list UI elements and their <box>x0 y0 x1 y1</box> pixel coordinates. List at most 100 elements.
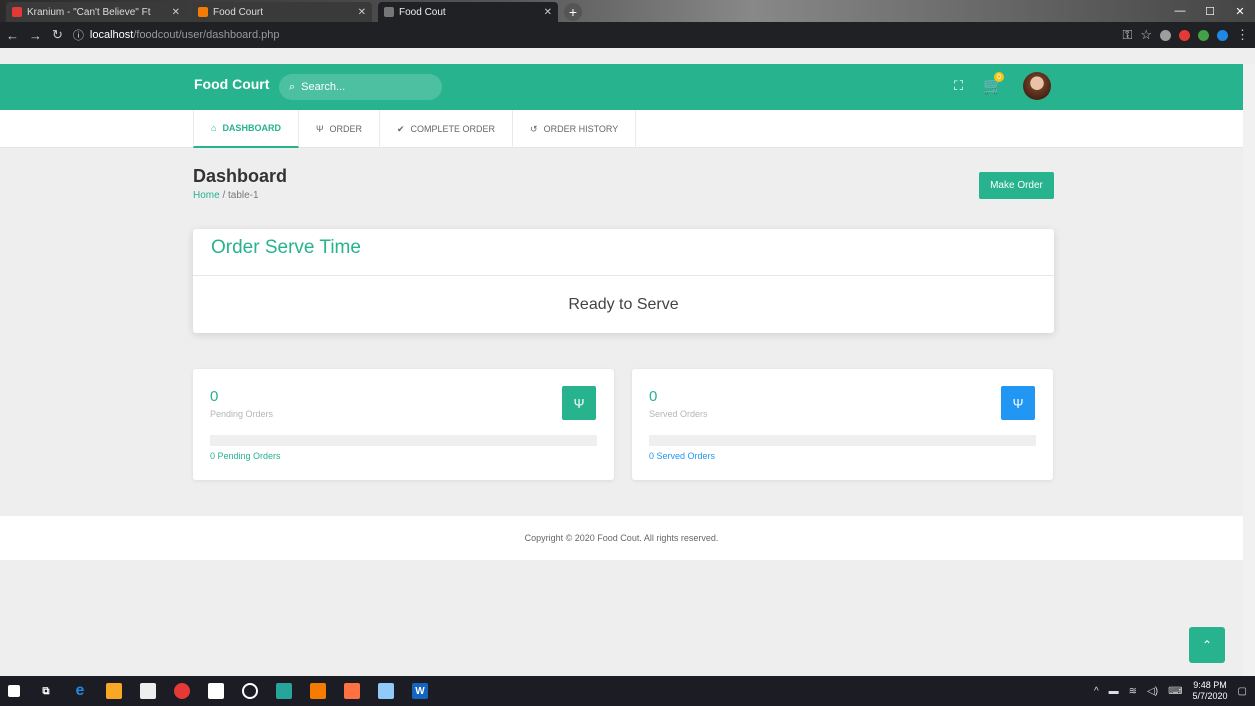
page-scrollbar[interactable] <box>1243 64 1255 676</box>
served-count: 0 <box>649 388 658 405</box>
url-host: localhost <box>89 29 134 41</box>
edge-icon[interactable]: e <box>72 682 88 699</box>
sublime-icon[interactable] <box>344 683 360 699</box>
store-icon[interactable] <box>140 683 156 699</box>
breadcrumb: Home / table-1 <box>193 190 259 201</box>
pending-progress-bar <box>210 435 597 446</box>
clock-date: 5/7/2020 <box>1192 691 1228 701</box>
forward-icon[interactable]: → <box>29 28 42 43</box>
utensils-icon: Ψ <box>315 124 324 134</box>
word-icon[interactable]: W <box>412 683 428 699</box>
browser-tab-title: Food Court <box>213 6 264 18</box>
media-icon[interactable] <box>242 683 258 699</box>
extensions: ⚿ ☆ ⋮ <box>1122 27 1249 43</box>
served-orders-link[interactable]: 0 Served Orders <box>649 451 715 461</box>
breadcrumb-separator: / <box>222 190 226 201</box>
pending-label: Pending Orders <box>210 409 274 419</box>
scroll-to-top-button[interactable]: ⌃ <box>1189 627 1225 663</box>
file-explorer-icon[interactable] <box>106 683 122 699</box>
copyright-text: Copyright © 2020 Food Cout. All rights r… <box>524 533 719 543</box>
header-actions: ⛶ 🛒 0 <box>954 72 1052 100</box>
key-icon[interactable]: ⚿ <box>1122 27 1132 43</box>
back-icon[interactable]: ← <box>6 28 19 43</box>
footer: Copyright © 2020 Food Cout. All rights r… <box>0 516 1243 560</box>
close-window-icon[interactable]: ✕ <box>1225 0 1255 22</box>
breadcrumb-current: table-1 <box>228 190 259 201</box>
xampp-icon <box>198 7 208 17</box>
star-icon[interactable]: ☆ <box>1140 27 1152 43</box>
youtube-icon <box>12 7 22 17</box>
wifi-icon[interactable]: ≋ <box>1129 686 1137 697</box>
os-taskbar: ⧉ e W ^ ▬ ≋ ◁) ⌨ 9:48 PM 5/7/2020 ▢ <box>0 676 1255 706</box>
browser-tab-title: Kranium - "Can't Believe" Ft <box>27 6 151 18</box>
browser-tab-strip: Kranium - "Can't Believe" Ft ✕ Food Cour… <box>0 0 1255 22</box>
pending-count: 0 <box>210 388 219 405</box>
search-input[interactable]: ⌕ Search... <box>279 74 442 100</box>
volume-icon[interactable]: ◁) <box>1147 686 1158 697</box>
new-tab-button[interactable]: + <box>564 3 582 21</box>
system-tray: ^ ▬ ≋ ◁) ⌨ 9:48 PM 5/7/2020 ▢ <box>1094 680 1247 702</box>
tab-dashboard[interactable]: ⌂ DASHBOARD <box>193 110 299 148</box>
search-placeholder: Search... <box>301 81 346 93</box>
tab-complete-order[interactable]: ✔ COMPLETE ORDER <box>380 110 514 148</box>
history-icon: ↺ <box>530 123 538 134</box>
notifications-icon[interactable]: ▢ <box>1238 686 1247 697</box>
tab-label: ORDER <box>329 124 362 134</box>
browser-tab-title: Food Cout <box>399 6 446 18</box>
home-icon: ⌂ <box>211 123 217 133</box>
clock-time: 9:48 PM <box>1193 680 1227 690</box>
fullscreen-icon[interactable]: ⛶ <box>954 78 963 94</box>
cart-badge: 0 <box>994 72 1005 82</box>
cart-icon[interactable]: 🛒 0 <box>983 72 1005 96</box>
url-path: /foodcout/user/dashboard.php <box>133 29 280 41</box>
extension-icon[interactable] <box>1160 29 1171 41</box>
task-view-icon[interactable]: ⧉ <box>38 683 54 699</box>
pending-orders-card: 0 Pending Orders Ψ 0 Pending Orders <box>193 369 614 480</box>
served-label: Served Orders <box>649 409 708 419</box>
pending-orders-link[interactable]: 0 Pending Orders <box>210 451 281 461</box>
chrome-icon[interactable] <box>174 683 190 699</box>
app-icon[interactable] <box>276 683 292 699</box>
served-progress-bar <box>649 435 1036 446</box>
chevron-up-icon[interactable]: ^ <box>1094 686 1099 697</box>
make-order-button[interactable]: Make Order <box>979 172 1054 199</box>
window-controls: — ☐ ✕ <box>1165 0 1255 22</box>
browser-tab-2[interactable]: Food Court ✕ <box>192 2 372 22</box>
app-header: Food Court ⌕ Search... ⛶ 🛒 0 <box>0 64 1243 110</box>
minimize-icon[interactable]: — <box>1165 0 1195 22</box>
paint-icon[interactable] <box>378 683 394 699</box>
utensils-icon: Ψ <box>1001 386 1035 420</box>
tab-label: ORDER HISTORY <box>543 124 619 134</box>
avatar[interactable] <box>1023 72 1052 100</box>
tab-order[interactable]: Ψ ORDER <box>299 110 380 148</box>
browser-tab-1[interactable]: Kranium - "Can't Believe" Ft ✕ <box>6 2 186 22</box>
serve-status: Ready to Serve <box>568 295 679 313</box>
search-icon: ⌕ <box>289 80 296 93</box>
close-tab-icon[interactable]: ✕ <box>358 7 366 18</box>
tab-order-history[interactable]: ↺ ORDER HISTORY <box>513 110 637 148</box>
brand-logo[interactable]: Food Court <box>194 76 269 92</box>
url-field[interactable]: ⓘ localhost/foodcout/user/dashboard.php <box>73 25 1113 45</box>
close-tab-icon[interactable]: ✕ <box>544 7 552 18</box>
mail-icon[interactable] <box>208 683 224 699</box>
battery-icon[interactable]: ▬ <box>1109 686 1119 697</box>
reload-icon[interactable]: ↻ <box>52 27 63 43</box>
windows-start-icon[interactable] <box>8 685 20 697</box>
nav-tabs: ⌂ DASHBOARD Ψ ORDER ✔ COMPLETE ORDER ↺ O… <box>193 110 637 148</box>
check-icon: ✔ <box>396 123 405 134</box>
breadcrumb-home-link[interactable]: Home <box>193 190 220 201</box>
utensils-icon: Ψ <box>562 386 596 420</box>
info-icon[interactable]: ⓘ <box>73 27 84 43</box>
extension-icon[interactable] <box>1179 29 1190 41</box>
close-tab-icon[interactable]: ✕ <box>172 7 180 18</box>
order-serve-time-card: Order Serve Time Ready to Serve <box>193 229 1054 333</box>
browser-tab-3[interactable]: Food Cout ✕ <box>378 2 558 22</box>
xampp-icon[interactable] <box>310 683 326 699</box>
clock[interactable]: 9:48 PM 5/7/2020 <box>1193 680 1228 702</box>
extension-icon[interactable] <box>1217 29 1228 41</box>
menu-icon[interactable]: ⋮ <box>1236 27 1249 43</box>
maximize-icon[interactable]: ☐ <box>1195 0 1225 22</box>
keyboard-icon[interactable]: ⌨ <box>1168 686 1182 697</box>
extension-icon[interactable] <box>1198 29 1209 41</box>
page-icon <box>384 7 394 17</box>
